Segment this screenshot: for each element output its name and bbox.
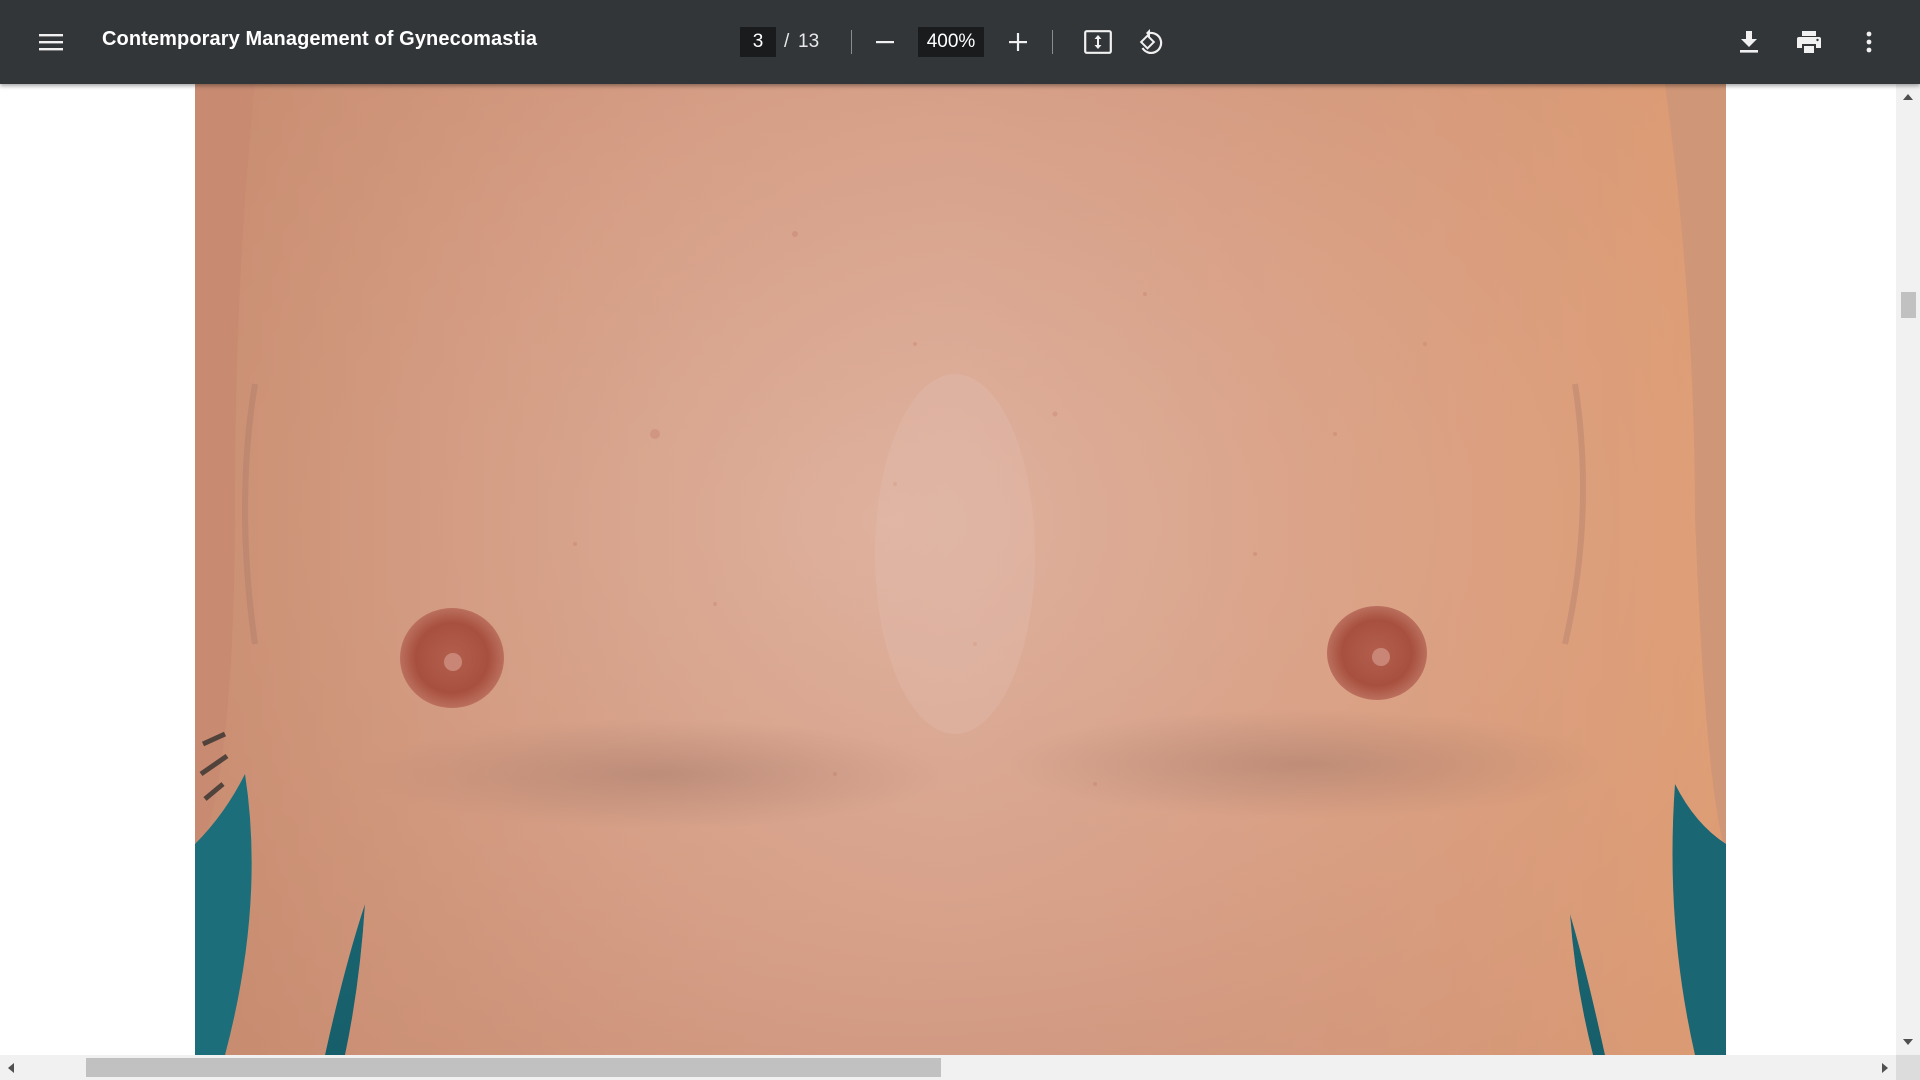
horizontal-scrollbar[interactable]	[0, 1055, 1896, 1080]
chest-photo-illustration	[195, 84, 1726, 1055]
hamburger-menu-icon	[39, 34, 63, 51]
menu-button[interactable]	[27, 18, 75, 66]
page-separator: /	[784, 31, 790, 52]
minus-icon	[876, 41, 894, 44]
scrollbar-corner	[1896, 1055, 1920, 1080]
zoom-level-input[interactable]	[918, 27, 984, 57]
vertical-scroll-thumb[interactable]	[1901, 292, 1916, 318]
scroll-down-arrow-icon[interactable]	[1903, 1039, 1913, 1045]
rotate-counterclockwise-icon	[1139, 29, 1163, 55]
download-button[interactable]	[1725, 18, 1773, 66]
fit-to-page-button[interactable]	[1074, 18, 1122, 66]
vertical-scrollbar[interactable]	[1896, 84, 1920, 1055]
zoom-out-button[interactable]	[861, 18, 909, 66]
scroll-left-arrow-icon[interactable]	[8, 1063, 14, 1073]
more-options-button[interactable]	[1845, 18, 1893, 66]
page-number-input[interactable]	[740, 27, 776, 57]
zoom-in-button[interactable]	[994, 18, 1042, 66]
print-button[interactable]	[1785, 18, 1833, 66]
horizontal-scroll-thumb[interactable]	[86, 1058, 941, 1077]
more-vert-icon	[1866, 31, 1872, 53]
printer-icon	[1797, 31, 1821, 53]
page-total: 13	[798, 31, 820, 52]
toolbar-divider	[851, 30, 852, 54]
pdf-toolbar: Contemporary Management of Gynecomastia …	[0, 0, 1920, 84]
toolbar-divider	[1052, 30, 1053, 54]
scroll-right-arrow-icon[interactable]	[1882, 1063, 1888, 1073]
rotate-button[interactable]	[1127, 18, 1175, 66]
plus-icon	[1009, 33, 1027, 51]
document-content-area[interactable]	[0, 84, 1896, 1055]
fit-to-page-icon	[1084, 30, 1112, 54]
download-icon	[1740, 31, 1758, 53]
document-title: Contemporary Management of Gynecomastia	[102, 28, 538, 50]
pdf-viewer: Contemporary Management of Gynecomastia …	[0, 0, 1920, 1080]
document-page-photo	[195, 84, 1726, 1055]
scroll-up-arrow-icon[interactable]	[1903, 94, 1913, 100]
